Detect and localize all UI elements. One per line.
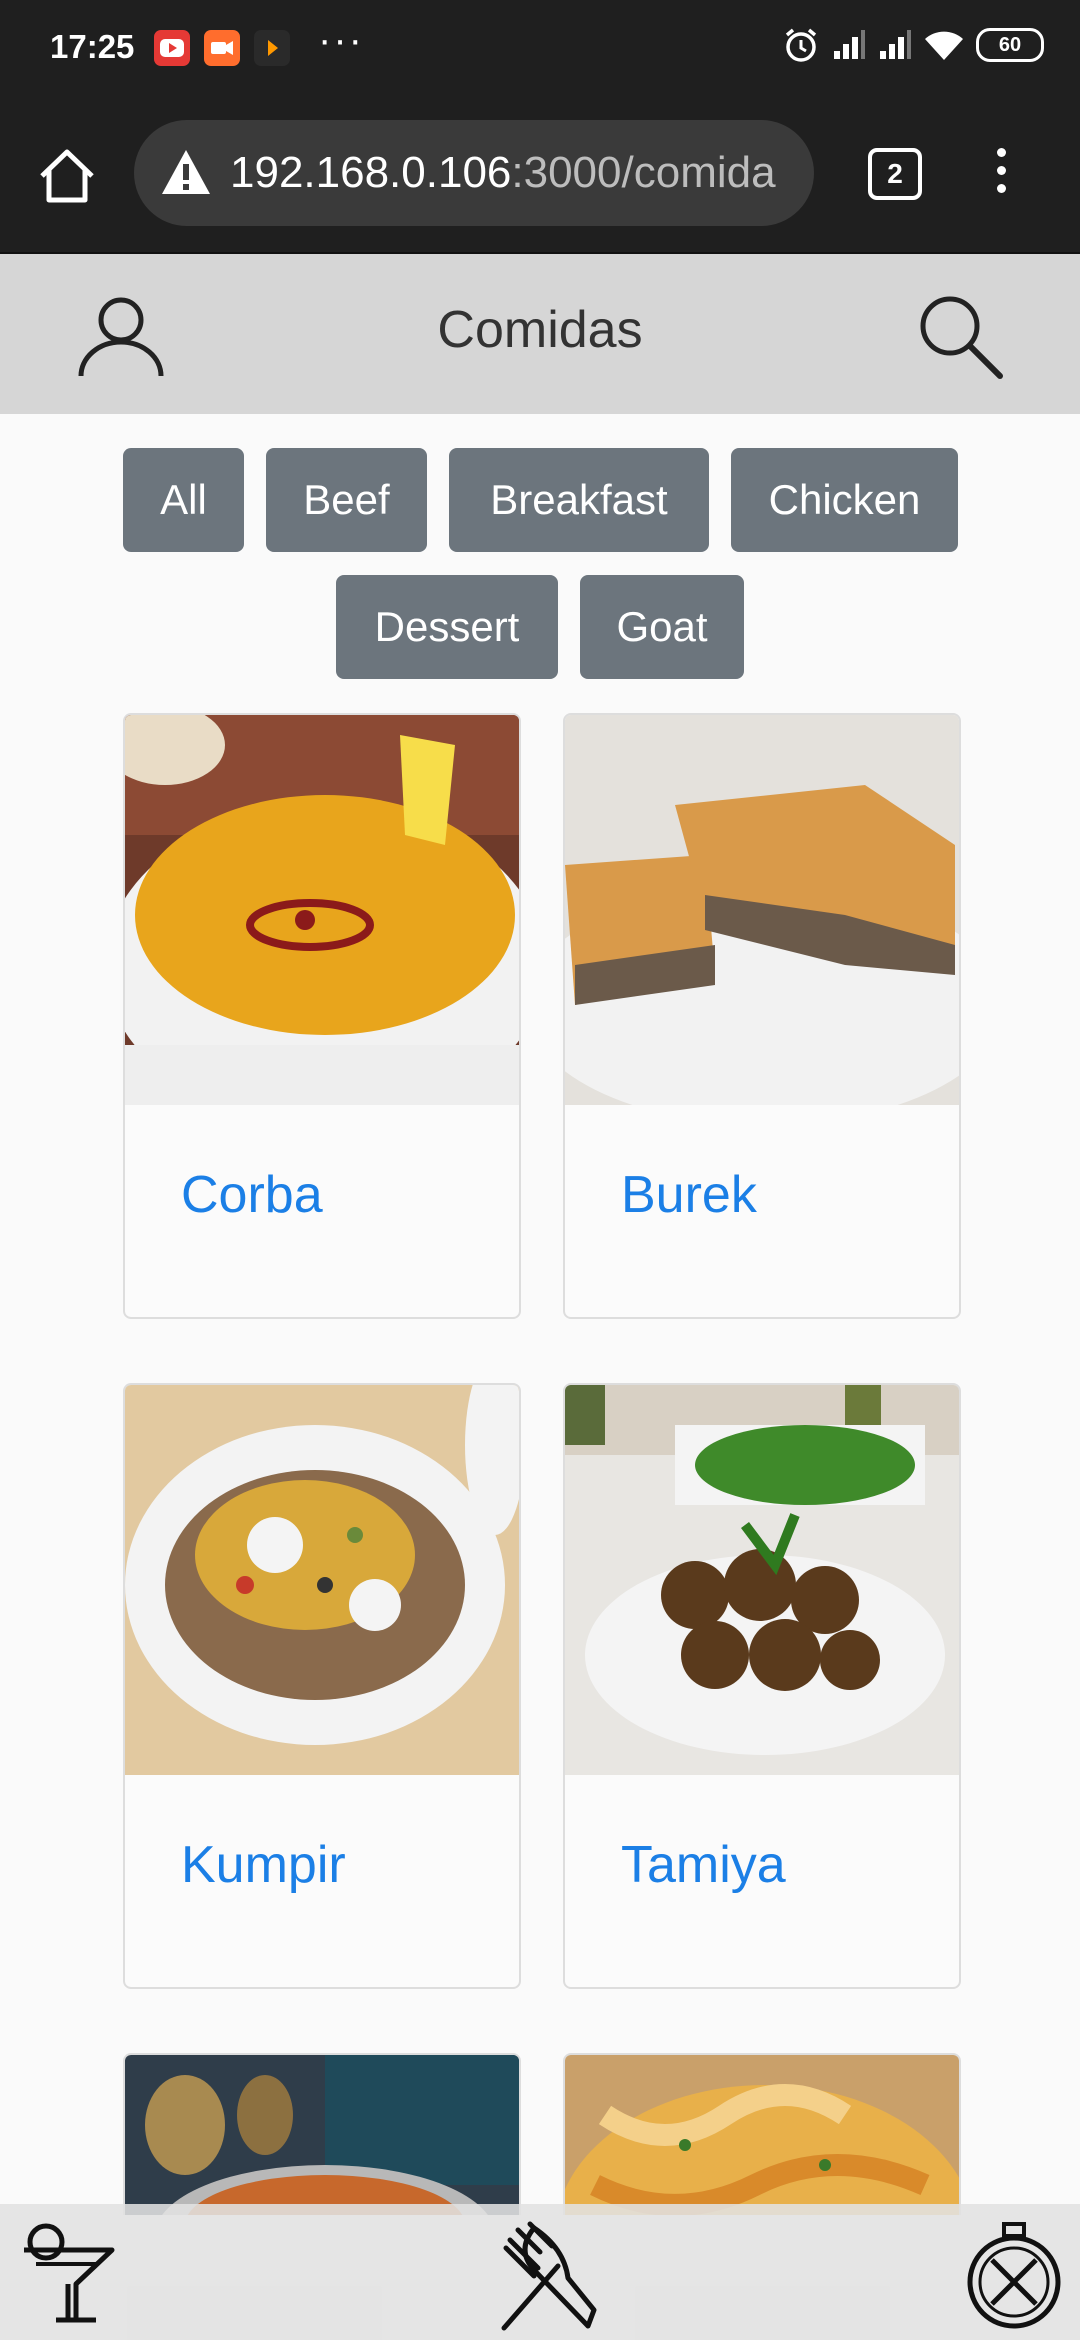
explore-compass-icon[interactable]: [962, 2220, 1066, 2332]
youtube-icon: [154, 30, 190, 66]
filter-chicken-button[interactable]: Chicken: [731, 448, 958, 552]
lentil-soup-photo: [125, 715, 519, 1105]
url-path: :3000/comida: [511, 148, 776, 197]
recipe-card[interactable]: Tamiya: [563, 1383, 961, 1989]
play-app-icon: [254, 30, 290, 66]
more-notifications: ···: [318, 18, 364, 62]
recipe-card[interactable]: Kumpir: [123, 1383, 521, 1989]
status-indicators: 60: [782, 26, 1044, 64]
recipe-card[interactable]: Corba: [123, 713, 521, 1319]
url-host: 192.168.0.106: [230, 148, 512, 197]
recipe-card[interactable]: [123, 2053, 521, 2215]
filter-all-button[interactable]: All: [123, 448, 244, 552]
filter-beef-button[interactable]: Beef: [266, 448, 427, 552]
warning-icon[interactable]: [160, 148, 212, 196]
pasta-dish-photo: [565, 2055, 959, 2215]
recipe-name-link[interactable]: Corba: [181, 1165, 323, 1225]
recipe-card[interactable]: [563, 2053, 961, 2215]
status-bar: 17:25 ··· 60: [0, 0, 1080, 100]
alarm-icon: [785, 28, 817, 62]
signal-icon: [880, 30, 911, 59]
fork-knife-icon[interactable]: [494, 2220, 598, 2332]
url-bar[interactable]: 192.168.0.106:3000/comida: [134, 120, 814, 226]
video-app-icon: [204, 30, 240, 66]
filter-goat-button[interactable]: Goat: [580, 575, 744, 679]
app-header: Comidas: [0, 254, 1080, 414]
more-menu-icon[interactable]: [986, 148, 1016, 204]
home-button[interactable]: [34, 144, 100, 210]
recipe-name-link[interactable]: Kumpir: [181, 1835, 346, 1895]
signal-icon: [834, 30, 865, 59]
status-time: 17:25: [50, 28, 135, 65]
cocktail-icon[interactable]: [16, 2220, 120, 2332]
stuffed-potato-photo: [125, 1385, 519, 1775]
search-icon[interactable]: [914, 290, 1004, 380]
falafel-photo: [565, 1385, 959, 1775]
recipe-card[interactable]: Burek: [563, 713, 961, 1319]
recipe-name-link[interactable]: Tamiya: [621, 1835, 786, 1895]
battery-icon: 60: [976, 28, 1044, 62]
url-text[interactable]: 192.168.0.106:3000/comida: [230, 148, 776, 198]
browser-toolbar: 192.168.0.106:3000/comida 2: [0, 100, 1080, 254]
filter-breakfast-button[interactable]: Breakfast: [449, 448, 709, 552]
burek-pastry-photo: [565, 715, 959, 1105]
bottom-navigation: [0, 2204, 1080, 2340]
filter-dessert-button[interactable]: Dessert: [336, 575, 558, 679]
wifi-icon: [925, 31, 963, 60]
home-icon: [40, 149, 94, 203]
soup-pot-photo: [125, 2055, 519, 2215]
tabs-button[interactable]: 2: [868, 148, 922, 200]
recipe-name-link[interactable]: Burek: [621, 1165, 757, 1225]
